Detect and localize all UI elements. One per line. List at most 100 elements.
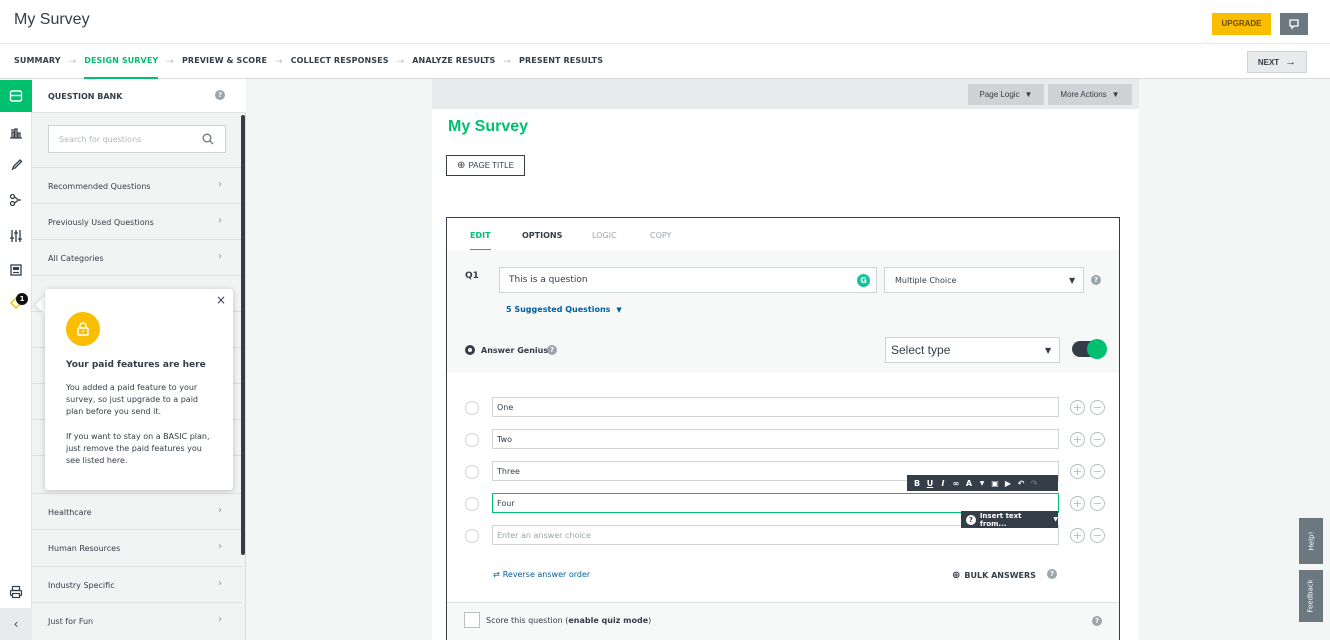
step-analyze-results[interactable]: ANALYZE RESULTS <box>412 44 495 79</box>
question-search-input[interactable] <box>49 126 199 152</box>
italic-icon[interactable]: I <box>938 479 948 488</box>
category-recommended[interactable]: Recommended Questions › <box>32 167 242 203</box>
new-choice-input[interactable] <box>493 526 1058 544</box>
question-type-select[interactable]: Multiple Choice ▼ <box>884 267 1084 293</box>
bold-icon[interactable]: B <box>912 479 922 488</box>
undo-icon[interactable]: ↶ <box>1016 479 1026 488</box>
step-collect-responses[interactable]: COLLECT RESPONSES <box>291 44 389 79</box>
close-icon[interactable]: × <box>216 293 226 307</box>
grammarly-icon[interactable]: G <box>857 274 870 287</box>
rail-print[interactable] <box>0 576 32 608</box>
feedback-chat-button[interactable] <box>1280 13 1308 35</box>
category-just-for-fun[interactable]: Just for Fun › <box>32 602 242 638</box>
swap-icon: ⇄ <box>493 570 500 579</box>
question-text-input[interactable] <box>500 268 840 292</box>
choice-field <box>492 525 1059 545</box>
choice-input[interactable] <box>493 398 1058 416</box>
print-icon <box>9 585 23 599</box>
score-prefix: Score this question ( <box>486 616 569 625</box>
radio-button[interactable] <box>465 433 479 447</box>
video-icon[interactable]: ▶ <box>1003 479 1013 488</box>
search-icon[interactable] <box>202 133 214 145</box>
category-human-resources[interactable]: Human Resources › <box>32 529 242 565</box>
feedback-side-tab[interactable]: Feedback <box>1299 570 1323 622</box>
more-actions-button[interactable]: More Actions ▼ <box>1048 84 1132 105</box>
underline-icon[interactable]: U <box>925 479 935 488</box>
remove-choice-icon[interactable]: − <box>1090 400 1105 415</box>
page-title-button[interactable]: ⊕ PAGE TITLE <box>446 155 525 176</box>
remove-choice-icon[interactable]: − <box>1090 528 1105 543</box>
answer-genius-toggle[interactable] <box>1072 339 1107 359</box>
remove-choice-icon[interactable]: − <box>1090 496 1105 511</box>
add-choice-icon[interactable]: + <box>1070 400 1085 415</box>
answer-choices: + − + − + − + − + − <box>447 373 1119 640</box>
question-body: Q1 G Multiple Choice ▼ ? 5 Suggested Que… <box>447 250 1119 640</box>
category-previously-used[interactable]: Previously Used Questions › <box>32 203 242 239</box>
rail-logic[interactable] <box>0 184 32 216</box>
radio-button[interactable] <box>465 401 479 415</box>
survey-title[interactable]: My Survey <box>14 11 90 29</box>
tab-edit[interactable]: EDIT <box>470 231 491 251</box>
caret-down-icon[interactable]: ▼ <box>977 480 987 487</box>
add-choice-icon[interactable]: + <box>1070 496 1085 511</box>
caret-down-icon: ▼ <box>616 305 622 314</box>
help-icon[interactable]: ? <box>1047 569 1057 579</box>
rail-paid-features[interactable] <box>0 287 32 319</box>
choice-input[interactable] <box>493 494 1058 512</box>
redo-icon[interactable]: ↷ <box>1029 479 1039 488</box>
rail-design[interactable] <box>0 149 32 181</box>
radio-button[interactable] <box>465 529 479 543</box>
category-industry-specific[interactable]: Industry Specific › <box>32 566 242 602</box>
link-icon[interactable]: ∞ <box>951 479 961 488</box>
tab-copy[interactable]: COPY <box>650 231 671 240</box>
suggested-questions-link[interactable]: 5 Suggested Questions ▼ <box>506 305 622 314</box>
remove-choice-icon[interactable]: − <box>1090 432 1105 447</box>
reverse-order-link[interactable]: ⇄ Reverse answer order <box>493 570 590 579</box>
image-icon[interactable]: ▣ <box>990 479 1000 488</box>
add-choice-icon[interactable]: + <box>1070 528 1085 543</box>
insert-text-from-button[interactable]: ? Insert text from... ▼ <box>961 511 1058 528</box>
step-design-survey[interactable]: DESIGN SURVEY <box>84 44 159 79</box>
add-choice-icon[interactable]: + <box>1070 432 1085 447</box>
page-logic-button[interactable]: Page Logic ▼ <box>968 84 1044 105</box>
arrow-right-icon: → <box>503 56 512 67</box>
step-present-results[interactable]: PRESENT RESULTS <box>519 44 603 79</box>
help-icon[interactable]: ? <box>215 90 225 100</box>
score-checkbox[interactable] <box>464 612 480 628</box>
help-icon[interactable]: ? <box>547 345 557 355</box>
help-icon[interactable]: ? <box>1092 616 1102 626</box>
help-side-tab[interactable]: Help! <box>1299 518 1323 564</box>
chevron-right-icon: › <box>218 215 222 226</box>
options-icon <box>10 230 22 242</box>
add-choice-icon[interactable]: + <box>1070 464 1085 479</box>
choice-input[interactable] <box>493 430 1058 448</box>
tab-logic[interactable]: LOGIC <box>592 231 617 240</box>
step-summary[interactable]: SUMMARY <box>14 44 61 79</box>
font-color-icon[interactable]: A <box>964 479 974 488</box>
rail-preview[interactable] <box>0 254 32 286</box>
help-icon[interactable]: ? <box>1091 275 1101 285</box>
bulk-answers-button[interactable]: ⊕ BULK ANSWERS <box>952 570 1036 581</box>
upgrade-button[interactable]: UPGRADE <box>1212 13 1271 35</box>
question-bank-scrollbar[interactable] <box>241 115 245 555</box>
category-label: Human Resources <box>48 544 121 553</box>
rail-builder[interactable] <box>0 116 32 148</box>
radio-button[interactable] <box>465 465 479 479</box>
next-button[interactable]: NEXT → <box>1247 51 1307 73</box>
top-header: My Survey UPGRADE <box>0 0 1330 44</box>
answer-type-select[interactable]: Select type ▼ <box>885 337 1060 363</box>
category-healthcare[interactable]: Healthcare › <box>32 493 242 529</box>
question-number: Q1 <box>465 271 479 281</box>
page-title-label: PAGE TITLE <box>468 161 514 170</box>
step-preview-score[interactable]: PREVIEW & SCORE <box>182 44 267 79</box>
remove-choice-icon[interactable]: − <box>1090 464 1105 479</box>
rail-options[interactable] <box>0 220 32 252</box>
tab-options[interactable]: OPTIONS <box>522 231 562 240</box>
rail-collapse[interactable]: ‹ <box>0 608 32 640</box>
category-all[interactable]: All Categories › <box>32 239 242 275</box>
caret-down-icon: ▼ <box>1053 516 1058 523</box>
radio-button[interactable] <box>465 497 479 511</box>
page-heading[interactable]: My Survey <box>448 118 528 136</box>
chat-bubble-icon <box>1289 19 1299 30</box>
rail-question-bank[interactable] <box>0 80 32 112</box>
